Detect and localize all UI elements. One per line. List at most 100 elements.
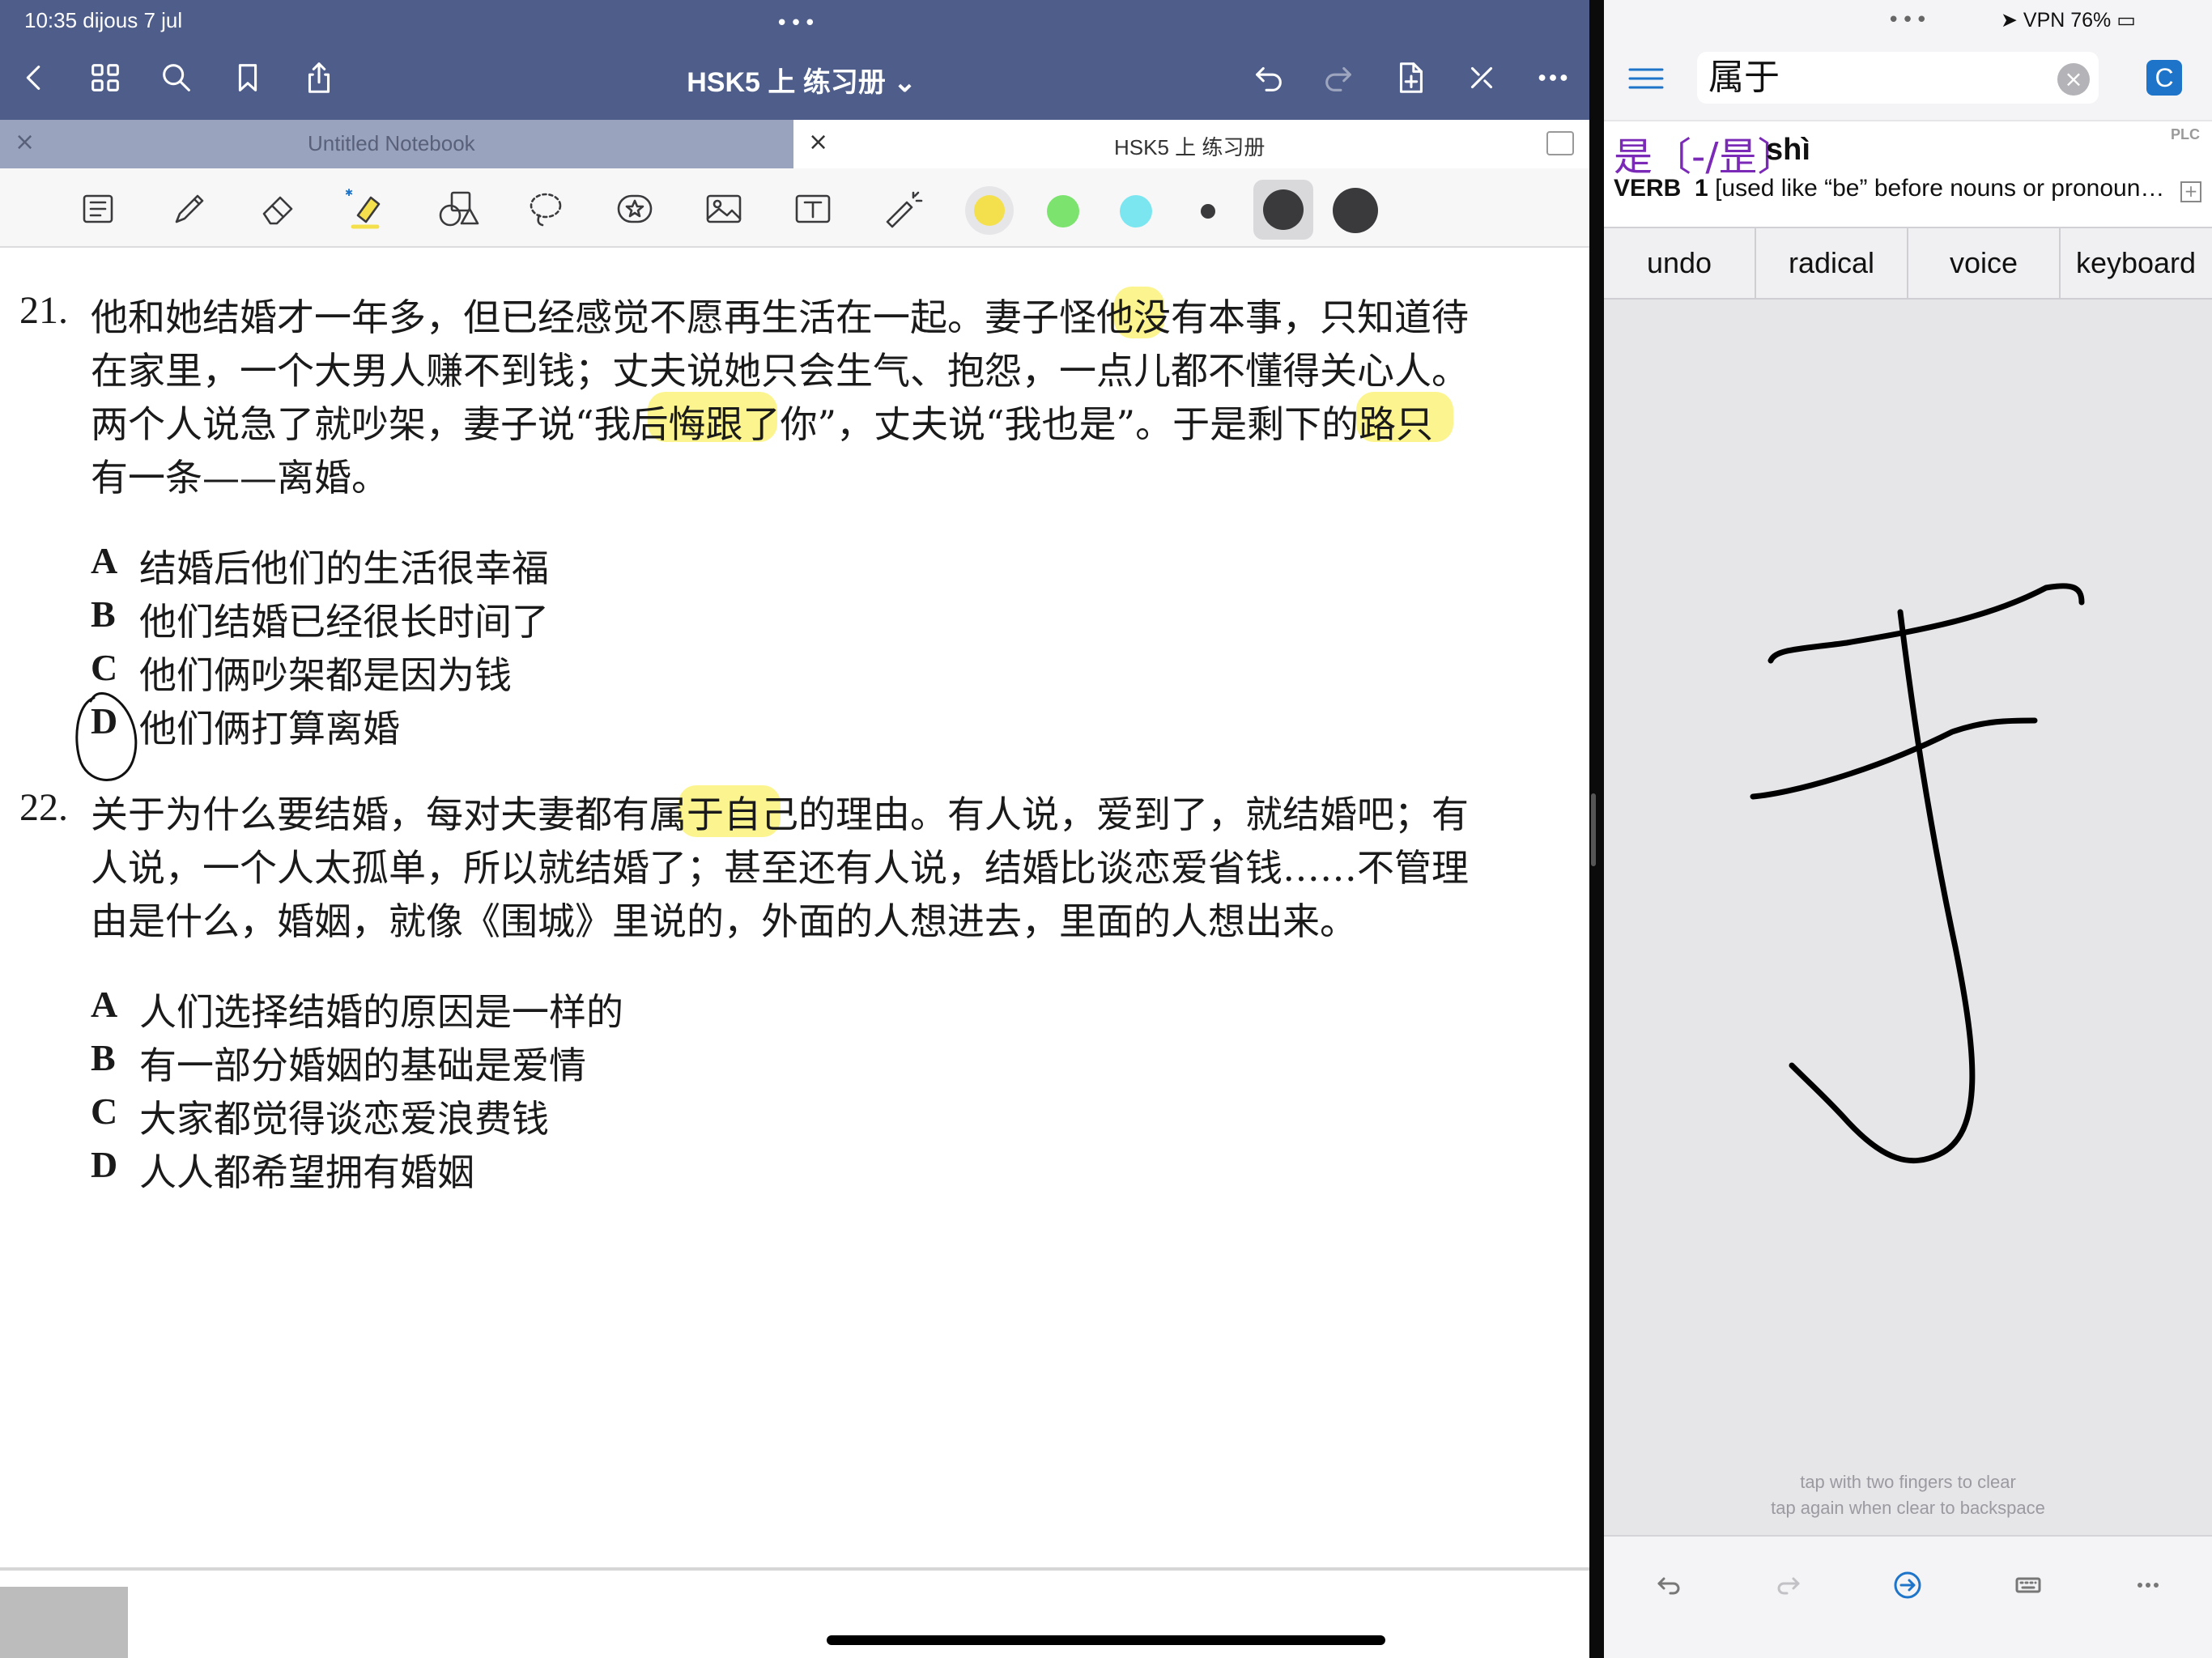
color-swatch-cyan[interactable] xyxy=(1120,195,1152,227)
sticker-icon[interactable] xyxy=(610,185,659,233)
notebook-page[interactable]: 21. 他和她结婚才一年多，但已经感觉不愿再生活在一起。妻子怪他没有本事，只知道… xyxy=(0,248,1589,1567)
color-swatch-yellow[interactable] xyxy=(974,195,1005,226)
redo-icon[interactable] xyxy=(1318,57,1360,99)
part-of-speech: VERB xyxy=(1614,175,1682,202)
home-indicator[interactable] xyxy=(827,1635,1385,1645)
question-text-line: 在家里，一个大男人赚不到钱；丈夫说她只会生气、抱怨，一点儿都不懂得关心人。 xyxy=(91,349,1469,393)
handwritten-character-strokes xyxy=(1750,583,2085,1164)
page-thumbnail[interactable] xyxy=(0,1587,128,1658)
status-indicators: ➤ VPN 76% ▭ xyxy=(2001,9,2136,32)
split-view-icon[interactable] xyxy=(1546,131,1574,155)
more-icon[interactable] xyxy=(1532,57,1574,99)
search-go-icon[interactable] xyxy=(1888,1566,1927,1605)
collapse-toolbar-icon[interactable] xyxy=(1461,57,1503,99)
clear-search-icon[interactable]: × xyxy=(2057,63,2090,96)
handwritten-circle-annotation xyxy=(75,691,138,781)
question-number: 22. xyxy=(19,786,68,829)
menu-icon[interactable] xyxy=(1628,65,1664,92)
pen-size-small[interactable] xyxy=(1201,204,1215,219)
option-text: 结婚后他们的生活很幸福 xyxy=(139,546,549,590)
question-text-line: 由是什么，婚姻，就像《围城》里说的，外面的人想进去，里面的人想出来。 xyxy=(91,899,1357,943)
pen-icon[interactable] xyxy=(165,185,214,233)
option-letter: B xyxy=(91,593,116,635)
question-text-line: 他和她结婚才一年多，但已经感觉不愿再生活在一起。妻子怪他没有本事，只知道待 xyxy=(91,295,1469,339)
share-icon[interactable] xyxy=(298,57,340,99)
back-arrow-icon[interactable] xyxy=(1649,1566,1688,1605)
question-text-line: 人说，一个人太孤单，所以就结婚了；甚至还有人说，结婚比谈恋爱省钱……不管理 xyxy=(91,846,1469,890)
option-text: 他们俩吵架都是因为钱 xyxy=(139,653,512,697)
image-icon[interactable] xyxy=(700,185,748,233)
tab-label: HSK5 上 练习册 xyxy=(1114,135,1266,159)
definition-text: [used like “be” before nouns or pronoun… xyxy=(1715,175,2165,202)
lasso-icon[interactable] xyxy=(521,185,570,233)
document-title[interactable]: HSK5 上 练习册 ⌄ xyxy=(680,60,923,100)
expand-icon[interactable]: + xyxy=(2180,181,2201,202)
option-text: 他们俩打算离婚 xyxy=(139,707,400,750)
search-icon[interactable] xyxy=(155,57,198,99)
page-divider xyxy=(0,1567,1589,1571)
handwriting-button-row: undo radical voice keyboard xyxy=(1604,228,2212,300)
bottom-toolbar xyxy=(1604,1535,2212,1658)
text-icon[interactable] xyxy=(789,185,837,233)
option-text: 他们结婚已经很长时间了 xyxy=(139,600,549,644)
option-letter: A xyxy=(91,540,118,581)
tab-bar: × Untitled Notebook × HSK5 上 练习册 xyxy=(0,120,1589,168)
add-page-icon[interactable] xyxy=(1389,57,1431,99)
split-divider-grip[interactable] xyxy=(1591,793,1596,866)
option-letter: C xyxy=(91,1090,118,1132)
drawing-toolbar: ✱ xyxy=(0,168,1589,248)
clear-hint: tap with two fingers to clear xyxy=(1800,1472,2016,1492)
tab-untitled-notebook[interactable]: × Untitled Notebook xyxy=(0,120,793,168)
option-letter: C xyxy=(91,647,118,688)
keyboard-icon[interactable] xyxy=(2009,1566,2048,1605)
radical-button[interactable]: radical xyxy=(1756,228,1908,298)
dictionary-result[interactable]: 是〔-/昰〕 shì PLC VERB 1 [used like “be” be… xyxy=(1604,121,2212,228)
search-input[interactable]: 属于 xyxy=(1697,52,2099,104)
multitasking-dots-icon[interactable]: ••• xyxy=(1887,8,1929,32)
option-text: 人人都希望拥有婚姻 xyxy=(139,1150,474,1194)
sense-number: 1 xyxy=(1695,175,1708,202)
more-icon[interactable] xyxy=(2129,1566,2167,1605)
result-definition: VERB 1 [used like “be” before nouns or p… xyxy=(1614,175,2180,202)
option-text: 人们选择结婚的原因是一样的 xyxy=(139,990,623,1034)
shapes-icon[interactable] xyxy=(432,185,481,233)
question-text-line: 有一条——离婚。 xyxy=(91,456,389,500)
option-letter: A xyxy=(91,984,118,1025)
question-number: 21. xyxy=(19,289,68,332)
pen-size-medium[interactable] xyxy=(1263,189,1304,230)
forward-arrow-icon[interactable] xyxy=(1769,1566,1808,1605)
backspace-hint: tap again when clear to backspace xyxy=(1771,1498,2045,1518)
undo-button[interactable]: undo xyxy=(1604,228,1756,298)
option-letter: B xyxy=(91,1037,116,1078)
search-bar: 属于 × C xyxy=(1604,47,2212,120)
close-icon[interactable]: × xyxy=(15,128,35,156)
bookmark-icon[interactable] xyxy=(227,57,269,99)
status-bar: ••• ➤ VPN 76% ▭ xyxy=(1604,0,2212,47)
svg-text:✱: ✱ xyxy=(345,187,353,198)
back-icon[interactable] xyxy=(13,57,55,99)
question-text-line: 关于为什么要结婚，每对夫妻都有属于自己的理由。有人说，爱到了，就结婚吧；有 xyxy=(91,793,1469,836)
dictionary-app: ••• ➤ VPN 76% ▭ 属于 × C 是〔-/昰〕 shì PLC VE… xyxy=(1604,0,2212,1658)
laser-pointer-icon[interactable] xyxy=(878,185,926,233)
voice-button[interactable]: voice xyxy=(1908,228,2061,298)
clipboard-reader-button[interactable]: C xyxy=(2146,60,2182,96)
keyboard-button[interactable]: keyboard xyxy=(2061,228,2211,298)
option-text: 有一部分婚姻的基础是爱情 xyxy=(139,1044,586,1087)
handwriting-canvas[interactable]: tap with two fingers to clear tap again … xyxy=(1604,300,2212,1535)
eraser-icon[interactable] xyxy=(254,185,303,233)
multitasking-dots-icon[interactable]: ••• xyxy=(776,11,818,36)
pen-size-large[interactable] xyxy=(1333,188,1378,233)
notes-app: 10:35 dijous 7 jul ••• HSK5 上 练习册 ⌄ × Un… xyxy=(0,0,1589,1658)
undo-icon[interactable] xyxy=(1247,57,1289,99)
pages-icon[interactable] xyxy=(74,185,123,233)
option-text: 大家都觉得谈恋爱浪费钱 xyxy=(139,1097,549,1141)
grid-view-icon[interactable] xyxy=(84,57,126,99)
close-icon[interactable]: × xyxy=(808,128,828,156)
color-swatch-green[interactable] xyxy=(1047,195,1079,227)
navigation-bar: 10:35 dijous 7 jul ••• HSK5 上 练习册 ⌄ xyxy=(0,0,1589,120)
highlighter-icon[interactable]: ✱ xyxy=(343,185,392,233)
question-text-line: 两个人说急了就吵架，妻子说“我后悔跟了你”，丈夫说“我也是”。于是剩下的路只 xyxy=(91,402,1434,446)
result-pinyin: shì xyxy=(1766,133,1810,167)
option-letter: D xyxy=(91,1144,118,1185)
tab-hsk5[interactable]: × HSK5 上 练习册 xyxy=(793,120,1589,168)
